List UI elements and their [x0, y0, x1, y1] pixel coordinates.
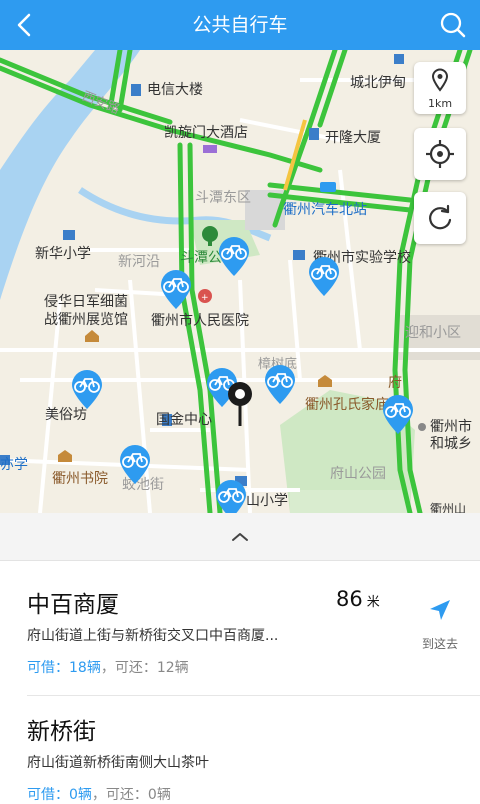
poi-label: 侵华日军细菌 [44, 294, 128, 310]
poi-label: 亦学 [0, 457, 28, 473]
poi-label: 战衢州展览馆 [44, 312, 128, 328]
navigate-label: 到这去 [421, 637, 458, 651]
map-view[interactable]: + 电信大楼 城北伊甸 凯旋门大酒店 开隆大厦 西安路 斗潭东区 衢州汽车北站 … [0, 50, 480, 513]
bike-station-pin[interactable] [307, 255, 341, 297]
scale-label: 1km [427, 97, 453, 110]
poi-label: 府 [388, 375, 402, 391]
station-name: 中百商厦 [27, 592, 119, 618]
map-pin-icon [431, 68, 449, 92]
borrow-count: 可借：18辆 [27, 660, 101, 676]
poi-label: 山小学 [246, 493, 288, 509]
station-card[interactable]: 中百商厦 86 米 府山街道上街与新桥街交叉口中百商厦... 可借：18辆，可还：… [0, 561, 480, 695]
poi-label: 凯旋门大酒店 [164, 125, 248, 141]
poi-label: 衢州孔氏家庙 [305, 397, 389, 413]
bike-station-pin[interactable] [118, 443, 152, 485]
poi-label: 衢州汽车北站 [283, 202, 367, 218]
bike-station-pin[interactable] [217, 235, 251, 277]
navigate-arrow-icon [430, 600, 450, 620]
map-scale-button[interactable]: 1km [414, 62, 466, 114]
station-availability: 可借：0辆，可还：0辆 [27, 784, 171, 804]
area-label: 斗潭东区 [195, 190, 251, 206]
chevron-up-icon [232, 533, 248, 541]
refresh-button[interactable] [414, 192, 466, 244]
station-name: 新桥街 [27, 719, 96, 745]
station-address: 府山街道上街与新桥街交叉口中百商厦... [27, 628, 279, 644]
poi-label: 和城乡 [430, 436, 472, 452]
bike-station-pin[interactable] [70, 368, 104, 410]
bike-station-pin[interactable] [263, 363, 297, 405]
poi-label: 新华小学 [35, 246, 91, 262]
svg-text:+: + [201, 293, 209, 303]
distance-value: 86 [336, 587, 363, 611]
poi-label: 开隆大厦 [325, 130, 381, 146]
current-location-pin [228, 382, 252, 426]
area-label: 府山公园 [330, 466, 386, 482]
locate-button[interactable] [414, 128, 466, 180]
panel-expand-handle[interactable] [0, 513, 480, 561]
crosshair-icon [426, 140, 454, 168]
station-distance: 86 米 [336, 587, 380, 611]
poi-label: 国金中心 [156, 412, 212, 428]
poi-label: 城北伊甸 [350, 75, 406, 91]
poi-label: 电信大楼 [147, 82, 203, 98]
station-address: 府山街道新桥街南侧大山茶叶 [27, 755, 209, 771]
poi-label: 衢州书院 [52, 471, 108, 487]
poi-label: 衢州市人民医院 [151, 313, 249, 329]
borrow-count: 可借：0辆 [27, 787, 92, 803]
distance-unit: 米 [366, 595, 380, 610]
poi-label: 衢州山 [430, 502, 467, 513]
navigate-button[interactable]: 到这去 [412, 597, 468, 652]
road-label: 新河沿 [118, 254, 160, 270]
bike-station-pin[interactable] [381, 393, 415, 435]
text-fade [220, 740, 340, 780]
return-count: ，可还：12辆 [100, 660, 189, 676]
map-base: + [0, 50, 480, 513]
search-icon[interactable] [438, 10, 468, 40]
poi-label: 斗潭公 [180, 250, 222, 266]
station-availability: 可借：18辆，可还：12辆 [27, 657, 189, 677]
bike-station-pin[interactable] [159, 268, 193, 310]
app-header: 公共自行车 [0, 0, 480, 50]
return-count: ，可还：0辆 [91, 787, 171, 803]
area-label: 迎和小区 [405, 325, 461, 341]
refresh-icon [429, 204, 452, 230]
page-title: 公共自行车 [192, 14, 288, 36]
bike-station-pin[interactable] [214, 478, 248, 513]
